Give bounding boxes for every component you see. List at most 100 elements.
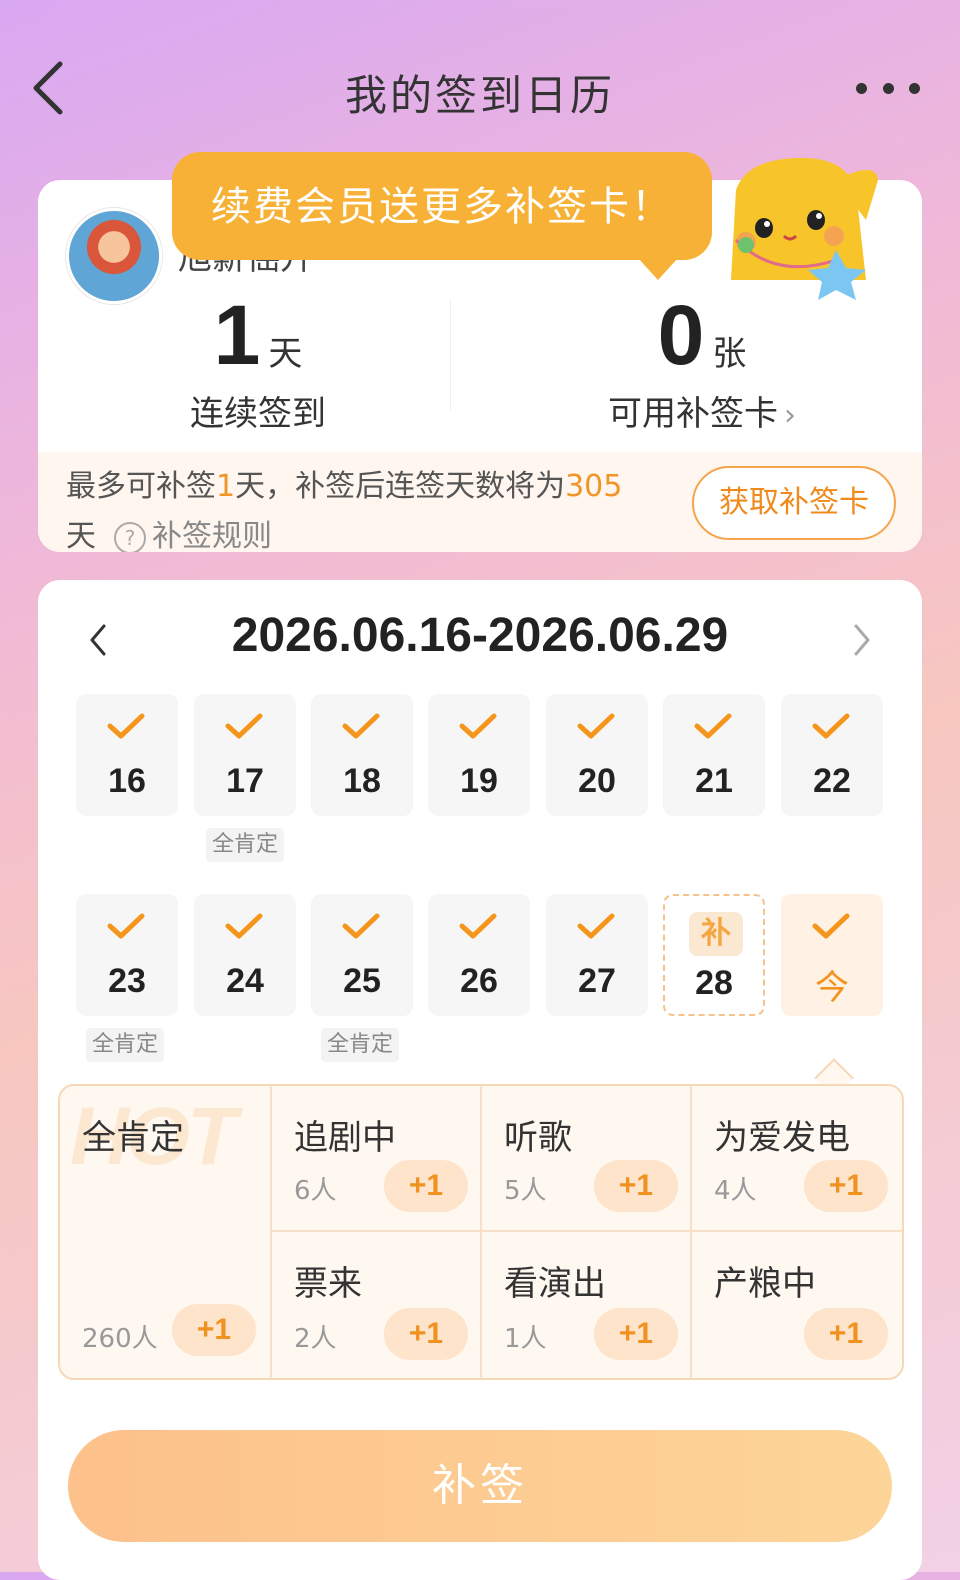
- mood-cell[interactable]: 听歌 5人 +1: [482, 1086, 692, 1232]
- calendar-day[interactable]: 27: [546, 894, 648, 1016]
- streak-stat: 1天 连续签到: [38, 290, 478, 434]
- mood-cell[interactable]: 追剧中 6人 +1: [272, 1086, 482, 1232]
- check-icon: [459, 913, 497, 939]
- plus-one-button[interactable]: +1: [804, 1308, 888, 1360]
- mood-count: 6人: [294, 1176, 337, 1206]
- dot-icon: [909, 82, 920, 94]
- calendar-day[interactable]: 21: [663, 694, 765, 816]
- day-number: 23: [108, 962, 146, 1000]
- check-icon: [342, 713, 380, 739]
- day-number: 21: [695, 762, 733, 800]
- calendar-day[interactable]: 25: [311, 894, 413, 1016]
- week-row-1: 16 17 全肯定 18 19 20 21 22: [76, 694, 886, 864]
- day-number: 17: [226, 762, 264, 800]
- mood-featured[interactable]: HOT 全肯定 260人 +1: [60, 1086, 272, 1378]
- date-range: 2026.06.16-2026.06.29: [231, 609, 729, 662]
- tooltip-text: 续费会员送更多补签卡！: [211, 184, 673, 230]
- mood-count: 1人: [504, 1324, 547, 1354]
- calendar-day[interactable]: 23: [76, 894, 178, 1016]
- dot-icon: [856, 82, 867, 94]
- mood-name: 全肯定: [82, 1118, 184, 1158]
- dot-icon: [882, 82, 894, 94]
- mood-cell[interactable]: 产粮中 +1: [692, 1232, 902, 1378]
- check-icon: [459, 713, 497, 739]
- day-number: 25: [343, 962, 381, 1000]
- calendar-day[interactable]: 24: [194, 894, 296, 1016]
- makeup-note-band: 最多可补签1天，补签后连签天数将为305 天? 补签规则 获取补签卡: [38, 452, 922, 552]
- mood-name: 追剧中: [294, 1118, 396, 1158]
- plus-one-button[interactable]: +1: [384, 1160, 468, 1212]
- mood-cell[interactable]: 看演出 1人 +1: [482, 1232, 692, 1378]
- check-icon: [107, 713, 145, 739]
- makeup-card-value: 0: [657, 288, 705, 382]
- chevron-right-icon: [854, 624, 870, 656]
- stats-divider: [450, 300, 451, 410]
- calendar-day-today[interactable]: 今: [781, 894, 883, 1016]
- check-icon: [577, 913, 615, 939]
- streak-unit: 天: [268, 334, 303, 374]
- day-number: 28: [695, 964, 733, 1002]
- day-number: 16: [108, 762, 146, 800]
- mascot-illustration: [731, 157, 878, 300]
- mood-name: 看演出: [504, 1264, 606, 1304]
- plus-one-button[interactable]: +1: [804, 1160, 888, 1212]
- mood-name: 产粮中: [714, 1264, 816, 1304]
- calendar-day[interactable]: 19: [428, 694, 530, 816]
- makeup-submit-button[interactable]: 补签: [68, 1430, 892, 1542]
- note-result: 305: [565, 469, 623, 504]
- makeup-card-stat[interactable]: 0张 可用补签卡 ›: [482, 288, 922, 434]
- note-suffix: 天: [66, 519, 96, 552]
- get-makeup-card-button[interactable]: 获取补签卡: [692, 466, 896, 540]
- note-mid: 天，补签后连签天数将为: [235, 469, 566, 504]
- tooltip-arrow: [638, 258, 678, 280]
- mood-cell[interactable]: 为爱发电 4人 +1: [692, 1086, 902, 1232]
- mood-tag: 全肯定: [321, 1028, 400, 1062]
- mood-cell[interactable]: 票来 2人 +1: [272, 1232, 482, 1378]
- calendar-day[interactable]: 22: [781, 694, 883, 816]
- today-label: 今: [815, 969, 849, 1007]
- day-number: 20: [578, 762, 616, 800]
- page-title: 我的签到日历: [344, 71, 615, 120]
- calendar-day[interactable]: 20: [546, 694, 648, 816]
- mood-count: 5人: [504, 1176, 547, 1206]
- check-icon: [107, 913, 145, 939]
- renew-membership-tooltip[interactable]: 续费会员送更多补签卡！: [172, 152, 712, 280]
- makeup-note: 最多可补签1天，补签后连签天数将为305 天? 补签规则: [66, 462, 666, 552]
- plus-one-button[interactable]: +1: [172, 1304, 256, 1356]
- calendar-header: 2026.06.16-2026.06.29: [38, 580, 922, 690]
- mood-name: 为爱发电: [714, 1118, 850, 1158]
- note-prefix: 最多可补签: [66, 469, 216, 504]
- question-icon[interactable]: ?: [114, 521, 146, 552]
- streak-label: 连续签到: [190, 394, 326, 434]
- next-period-button[interactable]: [846, 620, 876, 660]
- calendar-day-makeup[interactable]: 补 28: [663, 894, 765, 1016]
- calendar-card: 2026.06.16-2026.06.29 16 17 全肯定 18 19 20: [38, 580, 922, 1580]
- plus-one-button[interactable]: +1: [594, 1160, 678, 1212]
- check-icon: [694, 713, 732, 739]
- day-number: 18: [343, 762, 381, 800]
- makeup-card-unit: 张: [712, 334, 747, 374]
- more-options-button[interactable]: [856, 78, 920, 98]
- plus-one-button[interactable]: +1: [594, 1308, 678, 1360]
- mood-count: 4人: [714, 1176, 757, 1206]
- mood-name: 听歌: [504, 1118, 572, 1158]
- makeup-badge: 补: [689, 912, 743, 956]
- mood-tag: 全肯定: [86, 1028, 165, 1062]
- day-number: 27: [578, 962, 616, 1000]
- plus-one-button[interactable]: +1: [384, 1308, 468, 1360]
- day-number: 19: [460, 762, 498, 800]
- top-bar: 我的签到日历: [0, 0, 960, 170]
- chevron-right-icon: ›: [784, 398, 796, 433]
- calendar-day[interactable]: 26: [428, 894, 530, 1016]
- mood-count: 2人: [294, 1324, 337, 1354]
- mood-count: 260人: [82, 1324, 158, 1354]
- day-number: 22: [813, 762, 851, 800]
- makeup-card-label[interactable]: 可用补签卡 ›: [482, 386, 922, 435]
- check-icon: [812, 713, 850, 739]
- check-icon: [225, 713, 263, 739]
- calendar-day[interactable]: 18: [311, 694, 413, 816]
- calendar-day[interactable]: 17: [194, 694, 296, 816]
- makeup-rule-link[interactable]: 补签规则: [152, 519, 272, 552]
- calendar-day[interactable]: 16: [76, 694, 178, 816]
- mood-tag: 全肯定: [206, 828, 285, 862]
